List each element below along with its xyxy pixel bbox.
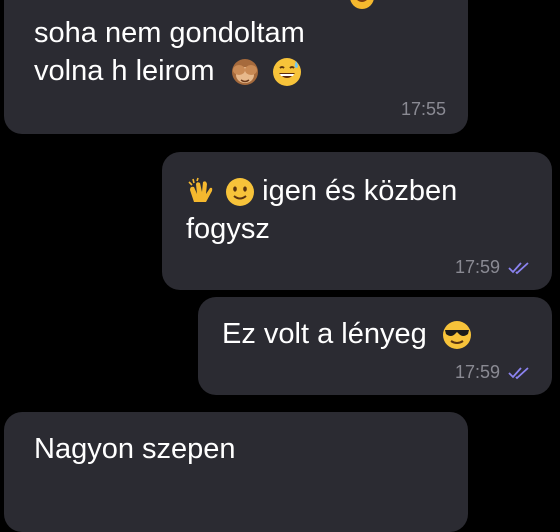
message-bubble-incoming[interactable]: soha nem gondoltam volna h leirom 17:55 [4, 0, 468, 134]
message-time: 17:55 [400, 99, 446, 119]
message-bubble-incoming[interactable]: Nagyon szepen [4, 412, 468, 532]
message-meta: 17:59 [455, 257, 530, 278]
see-no-evil-monkey-icon [229, 56, 259, 86]
message-line: volna h leirom [34, 52, 448, 90]
message-line: soha nem gondoltam [34, 17, 305, 49]
message-text: igen és közben fogysz [186, 172, 532, 248]
grinning-sweat-icon [271, 56, 301, 86]
grinning-face-icon [349, 0, 375, 10]
clapping-hands-icon [186, 176, 216, 206]
message-meta: 17:55 [401, 99, 446, 120]
message-line: igen és közben [186, 172, 532, 210]
read-receipt-icon [508, 366, 530, 380]
message-bubble-outgoing[interactable]: Ez volt a lényeg 17:59 [198, 297, 552, 395]
read-receipt-icon [508, 261, 530, 275]
message-line: fogysz [186, 213, 270, 245]
message-bubble-outgoing[interactable]: igen és közben fogysz 17:59 [162, 152, 552, 290]
message-text: Ez volt a lényeg [222, 315, 532, 353]
smiling-face-with-sunglasses-icon [441, 319, 471, 349]
message-text: Nagyon szepen [34, 430, 448, 468]
message-line: Nagyon szepen [34, 433, 236, 465]
message-time: 17:59 [454, 362, 500, 382]
slightly-smiling-face-icon [224, 176, 255, 206]
message-meta: 17:59 [455, 362, 530, 383]
message-text: soha nem gondoltam volna h leirom [34, 14, 448, 90]
message-time: 17:59 [454, 257, 500, 277]
